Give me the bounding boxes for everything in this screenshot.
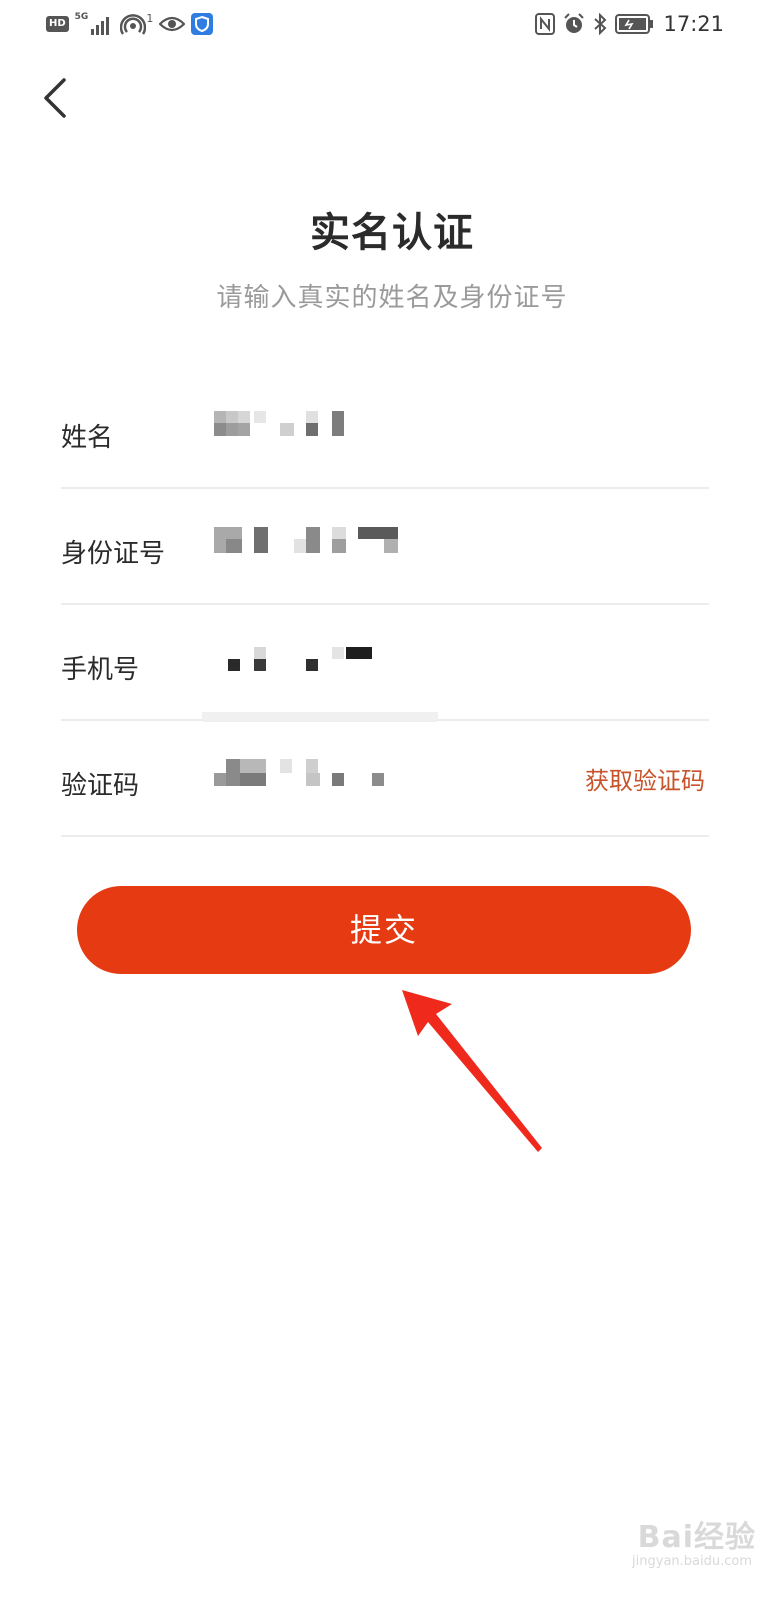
- id-number-row[interactable]: 身份证号: [61, 489, 709, 605]
- verification-code-input[interactable]: [214, 759, 514, 799]
- chevron-left-icon: [44, 78, 66, 118]
- watermark-url-text: jingyan.baidu.com: [632, 1554, 752, 1569]
- hd-badge: HD: [46, 16, 69, 32]
- phone-input[interactable]: [214, 643, 514, 683]
- submit-button[interactable]: 提交: [77, 886, 691, 974]
- status-bar: HD 5G 1 17:21: [0, 0, 784, 48]
- name-label: 姓名: [61, 423, 114, 453]
- signal-icon: 5G: [75, 13, 115, 35]
- watermark-main-text: Bai经验: [637, 1520, 756, 1555]
- status-bar-right: 17:21: [535, 10, 724, 38]
- page-title: 实名认证: [310, 210, 474, 256]
- verification-code-row[interactable]: 验证码 获取验证码: [61, 721, 709, 837]
- red-arrow-annotation: [402, 990, 542, 1152]
- battery-icon: [615, 14, 654, 34]
- alarm-icon: [564, 13, 585, 33]
- verification-code-label: 验证码: [61, 771, 140, 801]
- nfc-icon: [535, 13, 556, 35]
- hotspot-icon: 1: [120, 12, 153, 36]
- name-row[interactable]: 姓名: [61, 373, 709, 489]
- signal-bars-icon: [91, 17, 110, 35]
- status-bar-left: HD 5G 1: [46, 10, 214, 38]
- id-number-label: 身份证号: [61, 539, 166, 569]
- get-code-button[interactable]: 获取验证码: [585, 761, 705, 796]
- name-input[interactable]: [214, 411, 514, 451]
- bluetooth-icon: [594, 13, 607, 35]
- baidu-jingyan-watermark: Bai经验 jingyan.baidu.com: [596, 1508, 756, 1578]
- phone-row[interactable]: 手机号: [61, 605, 709, 722]
- id-number-input[interactable]: [214, 527, 514, 567]
- shield-app-icon: [191, 13, 214, 35]
- network-label: 5G: [74, 12, 89, 22]
- page-subtitle: 请输入真实的姓名及身份证号: [216, 283, 568, 313]
- hotspot-count: 1: [146, 12, 154, 25]
- status-time: 17:21: [663, 12, 724, 36]
- back-button[interactable]: [38, 76, 78, 120]
- eye-icon: [159, 16, 186, 32]
- phone-label: 手机号: [61, 655, 140, 685]
